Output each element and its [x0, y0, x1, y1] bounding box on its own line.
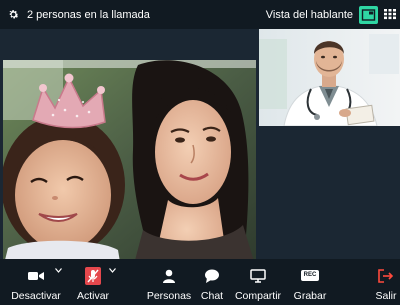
- record-label: Grabar: [293, 290, 327, 302]
- thumbnail-video-image: [259, 29, 400, 126]
- mic-toggle-button[interactable]: Activar: [70, 259, 116, 305]
- call-controls-toolbar: Desactivar Activar Personas Chat Compart…: [0, 259, 400, 305]
- mic-options-chevron-icon[interactable]: [109, 268, 116, 273]
- chat-label: Chat: [200, 290, 224, 302]
- video-camera-icon: [28, 272, 44, 280]
- exit-icon: [378, 269, 394, 283]
- video-toggle-label: Desactivar: [11, 290, 61, 302]
- video-call-window: 2 personas en la llamada Vista del habla…: [0, 0, 400, 305]
- top-bar: 2 personas en la llamada Vista del habla…: [0, 0, 400, 29]
- screen-share-icon: [250, 269, 266, 283]
- video-toggle-button[interactable]: Desactivar: [8, 259, 64, 305]
- grid-view-icon[interactable]: [383, 7, 397, 21]
- video-options-chevron-icon[interactable]: [55, 268, 62, 273]
- video-stage: [0, 29, 400, 268]
- mic-toggle-label: Activar: [76, 290, 110, 302]
- record-button[interactable]: REC Grabar: [290, 259, 330, 305]
- chat-button[interactable]: Chat: [196, 259, 228, 305]
- leave-call-button[interactable]: Salir: [372, 259, 400, 305]
- leave-call-label: Salir: [375, 290, 397, 302]
- people-label: Personas: [146, 290, 192, 302]
- main-video-image: [3, 60, 256, 268]
- chat-bubble-icon: [205, 269, 219, 283]
- speaker-view-button[interactable]: [359, 6, 378, 24]
- participants-count: 2 personas en la llamada: [27, 9, 150, 21]
- share-screen-button[interactable]: Compartir: [232, 259, 284, 305]
- participant-thumbnail-video[interactable]: [259, 29, 400, 126]
- share-screen-label: Compartir: [234, 290, 282, 302]
- person-icon: [163, 269, 175, 283]
- gear-icon[interactable]: [7, 8, 20, 21]
- people-button[interactable]: Personas: [146, 259, 192, 305]
- view-mode-label: Vista del hablante: [265, 9, 353, 21]
- record-icon: REC: [301, 270, 319, 281]
- main-speaker-video[interactable]: [3, 60, 256, 268]
- record-badge-text: REC: [303, 272, 317, 278]
- mic-muted-icon: [85, 267, 101, 285]
- speaker-view-icon: [361, 9, 376, 21]
